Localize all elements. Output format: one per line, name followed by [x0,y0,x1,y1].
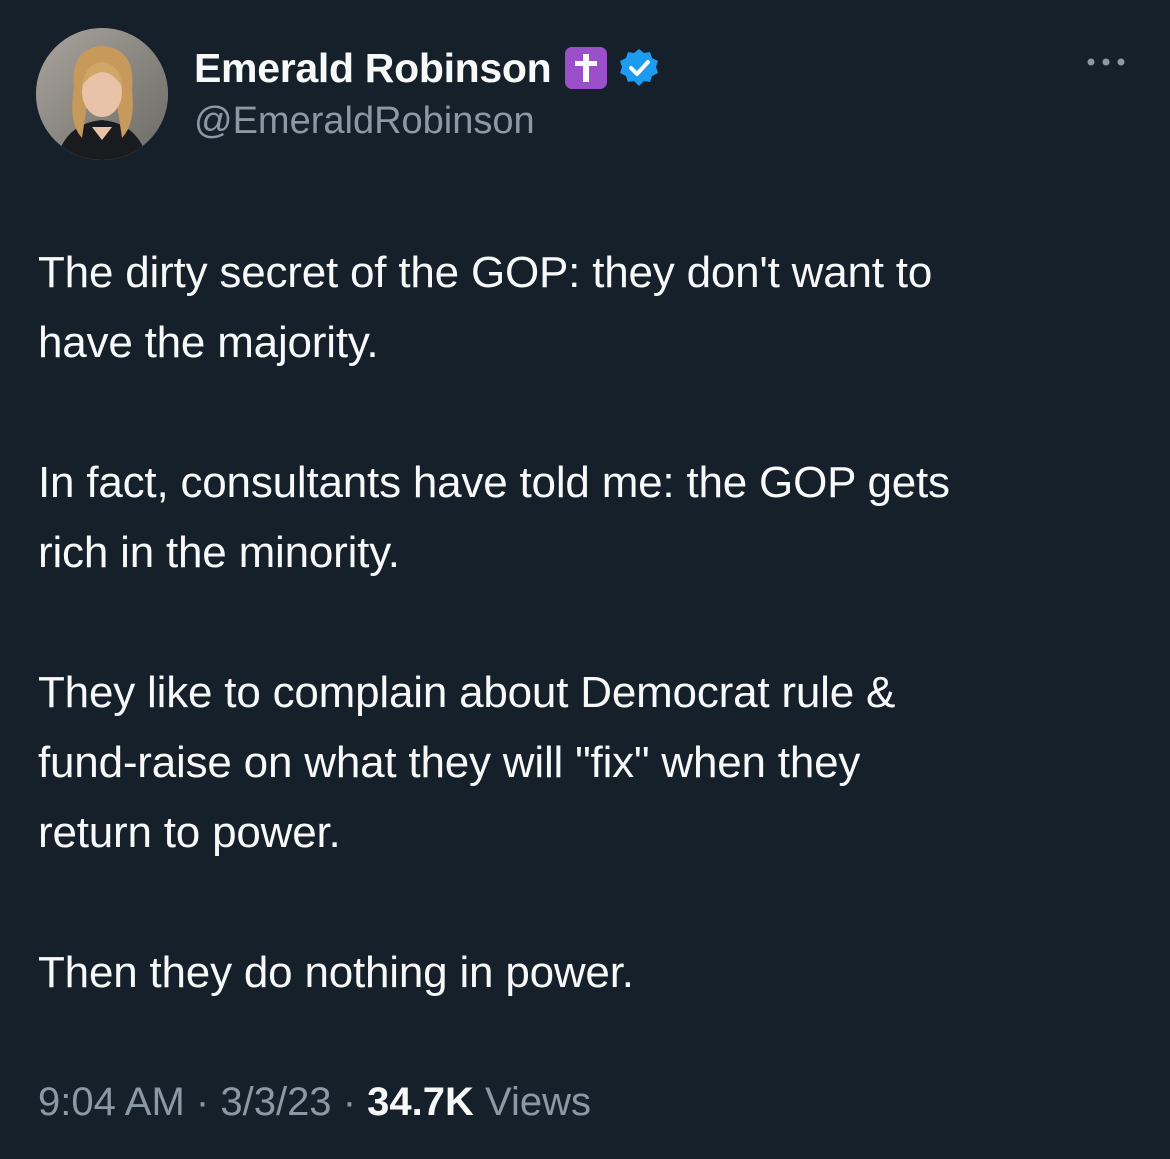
tweet-paragraph: Then they do nothing in power. [38,948,634,997]
tweet-paragraph: They like to complain about Democrat rul… [38,668,896,857]
tweet-time[interactable]: 9:04 AM [38,1080,185,1124]
avatar-image [36,28,168,160]
tweet-meta: 9:04 AM · 3/3/23 · 34.7K Views [38,1080,591,1125]
views-label: Views [485,1080,591,1124]
meta-separator: · [342,1080,357,1124]
cross-emoji-icon [565,47,608,89]
tweet-body: The dirty secret of the GOP: they don't … [38,238,1138,1078]
verified-badge-icon[interactable] [617,46,661,90]
name-row: Emerald Robinson [194,40,661,96]
views-count[interactable]: 34.7K [367,1080,474,1124]
display-name[interactable]: Emerald Robinson [194,45,552,92]
handle[interactable]: @EmeraldRobinson [194,100,661,143]
tweet-header: Emerald Robinson @EmeraldRobinson [36,28,1136,168]
tweet-paragraph: In fact, consultants have told me: the G… [38,458,950,577]
tweet-date[interactable]: 3/3/23 [220,1080,331,1124]
author-identity: Emerald Robinson @EmeraldRobinson [194,40,661,143]
tweet-paragraph: The dirty secret of the GOP: they don't … [38,248,933,367]
more-options-icon[interactable] [1084,52,1128,72]
avatar[interactable] [36,28,168,160]
meta-separator: · [195,1080,210,1124]
